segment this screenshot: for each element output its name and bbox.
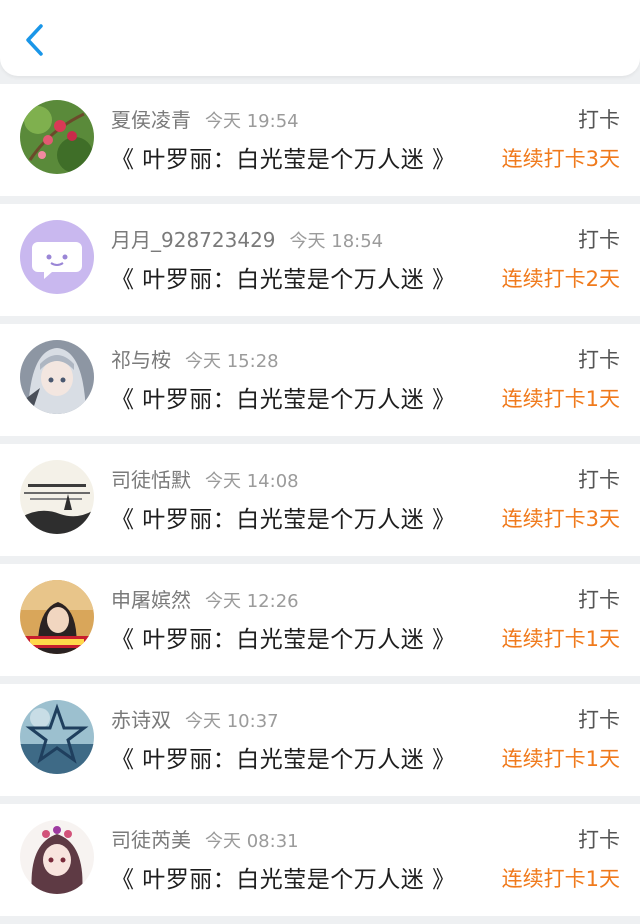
streak-badge: 连续打卡1天 xyxy=(501,867,620,891)
list-item[interactable]: 月月_928723429 今天 18:54 《 叶罗丽：白光莹是个万人迷 》 打卡… xyxy=(0,204,640,316)
book-title[interactable]: 《 叶罗丽：白光莹是个万人迷 》 xyxy=(111,500,456,534)
checkin-label: 打卡 xyxy=(578,228,620,252)
checkin-label: 打卡 xyxy=(578,468,620,492)
user-name: 夏侯凌青 今天 19:54 xyxy=(111,108,299,132)
checkin-label: 打卡 xyxy=(578,108,620,132)
book-title[interactable]: 《 叶罗丽：白光莹是个万人迷 》 xyxy=(111,380,456,414)
avatar[interactable] xyxy=(20,820,94,894)
list-item[interactable]: 司徒恬默 今天 14:08 《 叶罗丽：白光莹是个万人迷 》 打卡 连续打卡3天 xyxy=(0,444,640,556)
book-title[interactable]: 《 叶罗丽：白光莹是个万人迷 》 xyxy=(111,860,456,894)
checkin-time: 今天 08:31 xyxy=(205,831,299,852)
streak-badge: 连续打卡1天 xyxy=(501,387,620,411)
checkin-label: 打卡 xyxy=(578,828,620,852)
checkin-time: 今天 15:28 xyxy=(185,351,279,372)
avatar[interactable] xyxy=(20,580,94,654)
list-item[interactable]: 赤诗双 今天 10:37 《 叶罗丽：白光莹是个万人迷 》 打卡 连续打卡1天 xyxy=(0,684,640,796)
streak-badge: 连续打卡3天 xyxy=(501,147,620,171)
user-name: 祁与桉 今天 15:28 xyxy=(111,348,279,372)
user-name: 月月_928723429 今天 18:54 xyxy=(111,228,384,252)
top-bar xyxy=(0,0,640,76)
list-item[interactable]: 申屠嫔然 今天 12:26 《 叶罗丽：白光莹是个万人迷 》 打卡 连续打卡1天 xyxy=(0,564,640,676)
checkin-list: 夏侯凌青 今天 19:54 《 叶罗丽：白光莹是个万人迷 》 打卡 连续打卡3天 … xyxy=(0,84,640,924)
user-name: 司徒芮美 今天 08:31 xyxy=(111,828,299,852)
streak-badge: 连续打卡3天 xyxy=(501,507,620,531)
book-title[interactable]: 《 叶罗丽：白光莹是个万人迷 》 xyxy=(111,260,456,294)
avatar[interactable] xyxy=(20,100,94,174)
book-title[interactable]: 《 叶罗丽：白光莹是个万人迷 》 xyxy=(111,620,456,654)
checkin-time: 今天 14:08 xyxy=(205,471,299,492)
book-title[interactable]: 《 叶罗丽：白光莹是个万人迷 》 xyxy=(111,140,456,174)
back-button[interactable] xyxy=(18,20,52,60)
streak-badge: 连续打卡2天 xyxy=(501,267,620,291)
checkin-time: 今天 10:37 xyxy=(185,711,279,732)
avatar[interactable] xyxy=(20,460,94,534)
chevron-left-icon xyxy=(26,24,43,56)
streak-badge: 连续打卡1天 xyxy=(501,747,620,771)
avatar[interactable] xyxy=(20,700,94,774)
checkin-time: 今天 12:26 xyxy=(205,591,299,612)
avatar[interactable] xyxy=(20,220,94,294)
avatar[interactable] xyxy=(20,340,94,414)
checkin-time: 今天 18:54 xyxy=(289,231,384,252)
list-item[interactable]: 祁与桉 今天 15:28 《 叶罗丽：白光莹是个万人迷 》 打卡 连续打卡1天 xyxy=(0,324,640,436)
list-item[interactable]: 司徒芮美 今天 08:31 《 叶罗丽：白光莹是个万人迷 》 打卡 连续打卡1天 xyxy=(0,804,640,916)
streak-badge: 连续打卡1天 xyxy=(501,627,620,651)
checkin-label: 打卡 xyxy=(578,348,620,372)
user-name: 司徒恬默 今天 14:08 xyxy=(111,468,299,492)
checkin-time: 今天 19:54 xyxy=(205,111,299,132)
checkin-label: 打卡 xyxy=(578,708,620,732)
user-name: 赤诗双 今天 10:37 xyxy=(111,708,279,732)
checkin-label: 打卡 xyxy=(578,588,620,612)
list-item[interactable]: 夏侯凌青 今天 19:54 《 叶罗丽：白光莹是个万人迷 》 打卡 连续打卡3天 xyxy=(0,84,640,196)
user-name: 申屠嫔然 今天 12:26 xyxy=(111,588,299,612)
book-title[interactable]: 《 叶罗丽：白光莹是个万人迷 》 xyxy=(111,740,456,774)
